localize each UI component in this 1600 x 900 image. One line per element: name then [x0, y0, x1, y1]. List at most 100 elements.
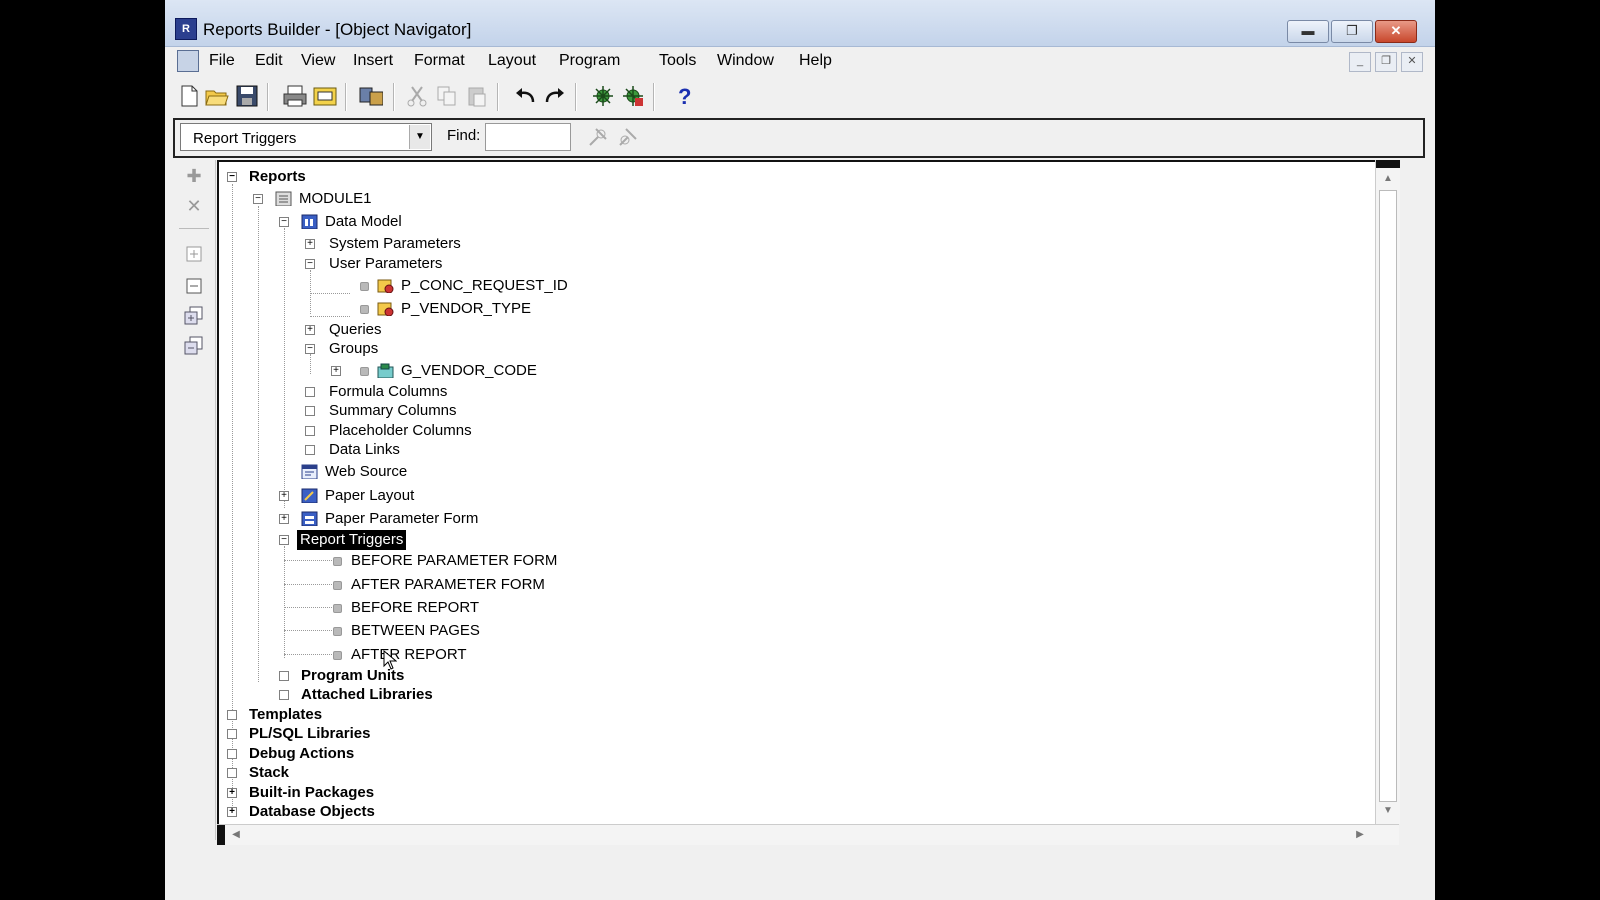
tree-label: Reports [249, 168, 306, 185]
main-toolbar: ? [173, 78, 1425, 114]
collapse-toggle-icon[interactable]: − [279, 217, 289, 227]
doc-close-button[interactable]: ✕ [1401, 52, 1423, 72]
node-bullet-icon [333, 627, 342, 636]
expand-toggle-icon[interactable]: + [331, 366, 341, 376]
chevron-down-icon[interactable]: ▼ [409, 125, 430, 149]
scroll-right-icon[interactable]: ▶ [1351, 826, 1369, 844]
node-bullet-icon [333, 651, 342, 660]
run-icon[interactable] [591, 84, 615, 108]
close-button[interactable]: ✕ [1375, 20, 1417, 43]
tree-label: AFTER REPORT [351, 646, 467, 663]
empty-node-icon [305, 406, 315, 416]
copy-icon[interactable] [435, 84, 459, 108]
node-bullet-icon [333, 581, 342, 590]
print-icon[interactable] [283, 84, 307, 108]
compile-icon[interactable] [359, 84, 383, 108]
maximize-button[interactable]: ❐ [1331, 20, 1373, 43]
menu-layout[interactable]: Layout [488, 52, 536, 70]
collapse-toggle-icon[interactable]: − [227, 172, 237, 182]
horizontal-scrollbar[interactable]: ◀ ▶ [217, 824, 1399, 845]
tree-label: P_CONC_REQUEST_ID [401, 277, 568, 294]
expand-toggle-icon[interactable]: + [305, 239, 315, 249]
title-bar[interactable]: R Reports Builder - [Object Navigator] ▬… [165, 0, 1435, 47]
doc-restore-button[interactable]: ❐ [1375, 52, 1397, 72]
minimize-button[interactable]: ▬ [1287, 20, 1329, 43]
parameter-form-icon [301, 511, 318, 526]
mouse-cursor-icon [383, 650, 397, 670]
tree-label: BETWEEN PAGES [351, 622, 480, 639]
help-icon[interactable]: ? [673, 84, 697, 108]
menu-edit[interactable]: Edit [255, 52, 283, 70]
collapse-toggle-icon[interactable]: − [279, 535, 289, 545]
collapse-toggle-icon[interactable]: − [305, 259, 315, 269]
menu-file[interactable]: File [209, 52, 235, 70]
expand-all-icon[interactable] [181, 304, 207, 328]
new-file-icon[interactable] [177, 84, 201, 108]
menu-window[interactable]: Window [717, 52, 774, 70]
menu-tools[interactable]: Tools [659, 52, 696, 70]
vertical-scrollbar[interactable]: ▲ ▼ [1375, 160, 1400, 824]
expand-toggle-icon[interactable]: + [227, 807, 237, 817]
delete-icon[interactable]: ✕ [181, 194, 207, 218]
menu-view[interactable]: View [301, 52, 335, 70]
empty-node-icon [279, 690, 289, 700]
vertical-scroll-thumb[interactable] [1379, 190, 1397, 802]
find-next-icon[interactable] [585, 124, 611, 150]
cut-icon[interactable] [405, 84, 429, 108]
data-model-icon [301, 214, 318, 229]
node-bullet-icon [360, 305, 369, 314]
empty-node-icon [227, 768, 237, 778]
doc-minimize-button[interactable]: _ [1349, 52, 1371, 72]
user-parameter-icon [377, 279, 394, 293]
expand-toggle-icon[interactable]: + [227, 788, 237, 798]
find-previous-icon[interactable] [615, 124, 641, 150]
scroll-up-icon[interactable]: ▲ [1378, 170, 1398, 188]
print-setup-icon[interactable] [313, 84, 337, 108]
node-bullet-icon [360, 367, 369, 376]
object-navigator-tree[interactable]: − Reports − MODULE1 − Data Model + Syste… [217, 160, 1375, 824]
empty-node-icon [227, 749, 237, 759]
expand-toggle-icon[interactable]: + [305, 325, 315, 335]
expand-toggle-icon[interactable]: + [279, 514, 289, 524]
find-input[interactable] [485, 123, 571, 151]
paper-layout-icon [301, 488, 318, 503]
expand-icon[interactable] [181, 242, 207, 266]
save-icon[interactable] [235, 84, 259, 108]
empty-node-icon [305, 426, 315, 436]
menu-program[interactable]: Program [559, 52, 620, 70]
node-bullet-icon [360, 282, 369, 291]
collapse-toggle-icon[interactable]: − [253, 194, 263, 204]
menu-insert[interactable]: Insert [353, 52, 393, 70]
reports-builder-window: R Reports Builder - [Object Navigator] ▬… [165, 0, 1435, 900]
tree-label: P_VENDOR_TYPE [401, 300, 532, 317]
expand-toggle-icon[interactable]: + [279, 491, 289, 501]
collapse-toggle-icon[interactable]: − [305, 344, 315, 354]
empty-node-icon [227, 710, 237, 720]
empty-node-icon [305, 445, 315, 455]
menu-help[interactable]: Help [799, 52, 832, 70]
document-menu-icon[interactable] [177, 50, 199, 72]
create-icon[interactable]: ✚ [181, 164, 207, 188]
svg-text:?: ? [678, 85, 691, 107]
collapse-icon[interactable] [181, 274, 207, 298]
node-bullet-icon [333, 604, 342, 613]
web-source-icon [301, 464, 318, 479]
tree-label: System Parameters [329, 235, 461, 252]
empty-node-icon [305, 387, 315, 397]
find-label: Find: [447, 127, 481, 144]
open-folder-icon[interactable] [205, 84, 229, 108]
menu-format[interactable]: Format [414, 52, 465, 70]
tree-label-selected: Report Triggers [297, 530, 407, 550]
debug-icon[interactable] [621, 84, 645, 108]
redo-icon[interactable] [543, 84, 567, 108]
empty-node-icon [279, 671, 289, 681]
paste-icon[interactable] [465, 84, 489, 108]
tree-label: G_VENDOR_CODE [401, 362, 537, 379]
tree-label: PL/SQL Libraries [249, 725, 371, 742]
object-type-select[interactable]: Report Triggers ▼ [180, 123, 432, 151]
tree-label: Stack [249, 764, 290, 781]
collapse-all-icon[interactable] [181, 334, 207, 358]
scroll-down-icon[interactable]: ▼ [1378, 802, 1398, 820]
undo-icon[interactable] [513, 84, 537, 108]
scroll-left-icon[interactable]: ◀ [227, 826, 245, 844]
